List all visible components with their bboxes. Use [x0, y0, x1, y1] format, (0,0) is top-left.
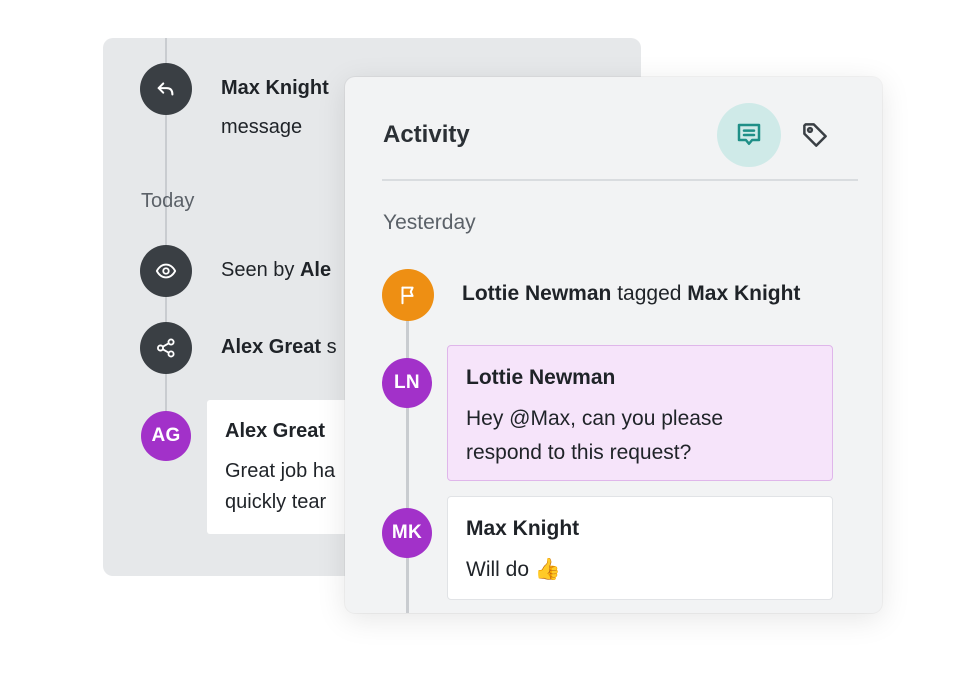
share-event: Alex Great s: [221, 336, 337, 359]
reply-icon: [140, 63, 192, 115]
tag-event-target: Max Knight: [687, 282, 801, 305]
tag-event: Lottie Newman tagged Max Knight: [462, 282, 800, 306]
comment-text: Great job ha quickly tear: [225, 456, 335, 518]
activity-panel: Activity Yesterday Lottie Newman tagged …: [345, 77, 882, 613]
tab-activity[interactable]: [717, 103, 781, 167]
avatar: LN: [382, 358, 432, 408]
avatar: AG: [141, 411, 191, 461]
seen-event: Seen by Ale: [221, 259, 331, 282]
comment-author: Alex Great: [225, 420, 326, 442]
comment-line: Great job ha: [225, 460, 336, 482]
divider: [382, 179, 858, 181]
seen-event-prefix: Seen by: [221, 259, 300, 281]
reply-event-actor: Max Knight: [221, 77, 329, 99]
tag-event-actor: Lottie Newman: [462, 282, 612, 305]
comment-line: quickly tear: [225, 491, 327, 513]
flag-icon: [382, 269, 434, 321]
share-event-text: s: [321, 336, 337, 358]
avatar: MK: [382, 508, 432, 558]
tab-tags[interactable]: [789, 109, 841, 161]
comment-text: Hey @Max, can you please respond to this…: [466, 407, 724, 464]
date-group-today: Today: [141, 190, 195, 212]
date-group-yesterday: Yesterday: [383, 211, 476, 234]
comment-card-highlighted: Lottie Newman Hey @Max, can you please r…: [447, 345, 833, 481]
seen-event-actor: Ale: [299, 259, 332, 281]
reply-event-text: message: [221, 116, 303, 138]
eye-icon: [140, 245, 192, 297]
share-event-actor: Alex Great: [221, 336, 322, 358]
tag-icon: [803, 123, 827, 147]
comment-text: Will do 👍: [466, 558, 561, 581]
comment-card: Max Knight Will do 👍: [447, 496, 833, 600]
tag-event-verb: tagged: [611, 282, 688, 305]
panel-title: Activity: [383, 121, 470, 148]
chat-icon: [737, 123, 761, 145]
share-icon: [140, 322, 192, 374]
comment-author: Lottie Newman: [466, 366, 616, 389]
comment-author: Max Knight: [466, 517, 580, 540]
